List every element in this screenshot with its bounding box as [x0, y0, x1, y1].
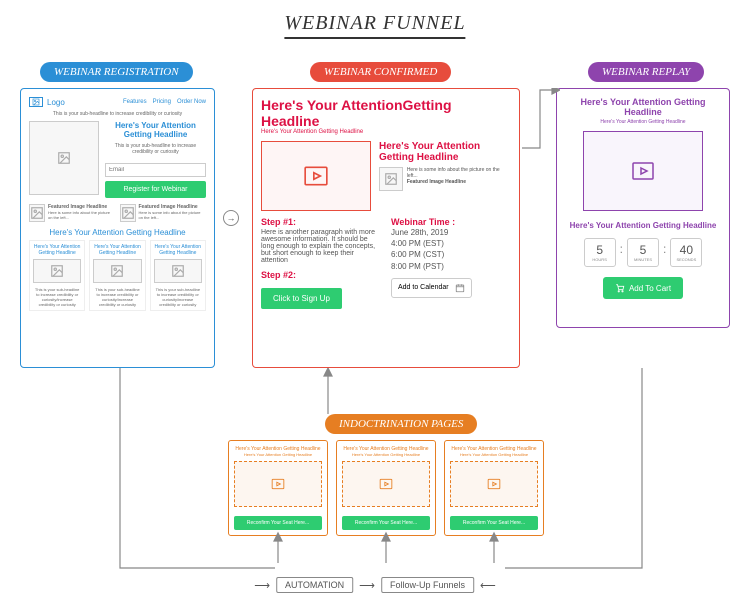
- registration-card: Logo Features Pricing Order Now This is …: [20, 88, 215, 368]
- step-2-label: Step #2:: [261, 270, 381, 280]
- arrow-right-icon: ⟶: [359, 579, 375, 592]
- time-pst: 8:00 PM (PST): [391, 261, 511, 272]
- paragraph: Here is another paragraph with more awes…: [261, 229, 381, 264]
- mini-card: Here's Your Attention Getting HeadlineTh…: [89, 240, 145, 311]
- confirmed-card: Here's Your AttentionGetting Headline He…: [252, 88, 520, 368]
- tag-confirmed: WEBINAR CONFIRMED: [310, 62, 451, 82]
- cart-icon: [615, 283, 625, 293]
- time-est: 4:00 PM (EST): [391, 238, 511, 249]
- countdown: 5HOURS : 5MINUTES : 40SECONDS: [565, 238, 721, 267]
- section-headline: Here's Your Attention Getting Headline: [29, 228, 206, 237]
- signup-button[interactable]: Click to Sign Up: [261, 288, 342, 309]
- nav-order[interactable]: Order Now: [177, 99, 206, 105]
- image-placeholder-icon: [29, 121, 99, 195]
- page-title: WEBINAR FUNNEL: [284, 12, 465, 39]
- email-input[interactable]: [105, 163, 206, 177]
- tag-registration: WEBINAR REGISTRATION: [40, 62, 193, 82]
- arrow-connector: [520, 88, 560, 368]
- video-placeholder-icon[interactable]: [583, 131, 703, 211]
- video-placeholder-icon[interactable]: [261, 141, 371, 211]
- feature-1: Featured Image HeadlineHere is some info…: [29, 204, 116, 222]
- register-button[interactable]: Register for Webinar: [105, 181, 206, 198]
- tag-replay: WEBINAR REPLAY: [588, 62, 704, 82]
- subheadline-2: This is your sub-headline to increase cr…: [105, 143, 206, 155]
- image-placeholder-icon: [29, 204, 45, 222]
- webinar-date: June 28th, 2019: [391, 227, 511, 238]
- headline-2: Here's Your Attention Getting Headline: [565, 221, 721, 230]
- headline: Here's Your AttentionGetting Headline: [261, 97, 511, 129]
- image-placeholder-icon: [33, 259, 81, 283]
- image-placeholder-icon: [120, 204, 136, 222]
- nav-features[interactable]: Features: [123, 99, 147, 105]
- side-headline: Here's Your Attention Getting Headline: [379, 141, 511, 163]
- calendar-icon: [455, 283, 465, 293]
- arrow-left-icon: ⟵: [480, 579, 496, 592]
- logo-icon: [29, 97, 43, 107]
- replay-card: Here's Your Attention Getting Headline H…: [556, 88, 730, 328]
- image-placeholder-icon: [154, 259, 202, 283]
- image-placeholder-icon: [379, 167, 403, 191]
- bottom-flow: ⟶ AUTOMATION ⟶ Follow-Up Funnels ⟵: [254, 577, 496, 593]
- step-1-label: Step #1:: [261, 217, 381, 227]
- logo-text: Logo: [47, 98, 65, 107]
- nav: Features Pricing Order Now: [123, 99, 206, 105]
- automation-label: AUTOMATION: [276, 577, 353, 593]
- nav-pricing[interactable]: Pricing: [153, 99, 171, 105]
- time-cst: 6:00 PM (CST): [391, 249, 511, 260]
- subheadline: This is your sub-headline to increase cr…: [29, 111, 206, 117]
- subheadline: Here's Your Attention Getting Headline: [261, 129, 511, 135]
- arrow-right-icon: ⟶: [254, 579, 270, 592]
- followup-label: Follow-Up Funnels: [381, 577, 474, 593]
- mini-card: Here's Your Attention Getting HeadlineTh…: [150, 240, 206, 311]
- add-calendar-button[interactable]: Add to Calendar: [391, 278, 472, 298]
- arrow-flow-lines: [20, 368, 740, 588]
- headline: Here's Your Attention Getting Headline: [105, 121, 206, 139]
- webinar-time-label: Webinar Time :: [391, 217, 511, 227]
- add-to-cart-button[interactable]: Add To Cart: [603, 277, 683, 299]
- image-placeholder-icon: [93, 259, 141, 283]
- arrow-right-icon: →: [223, 210, 239, 226]
- mini-card: Here's Your Attention Getting HeadlineTh…: [29, 240, 85, 311]
- headline: Here's Your Attention Getting Headline: [565, 97, 721, 117]
- feature-2: Featured Image HeadlineHere is some info…: [120, 204, 207, 222]
- subheadline: Here's Your Attention Getting Headline: [565, 119, 721, 125]
